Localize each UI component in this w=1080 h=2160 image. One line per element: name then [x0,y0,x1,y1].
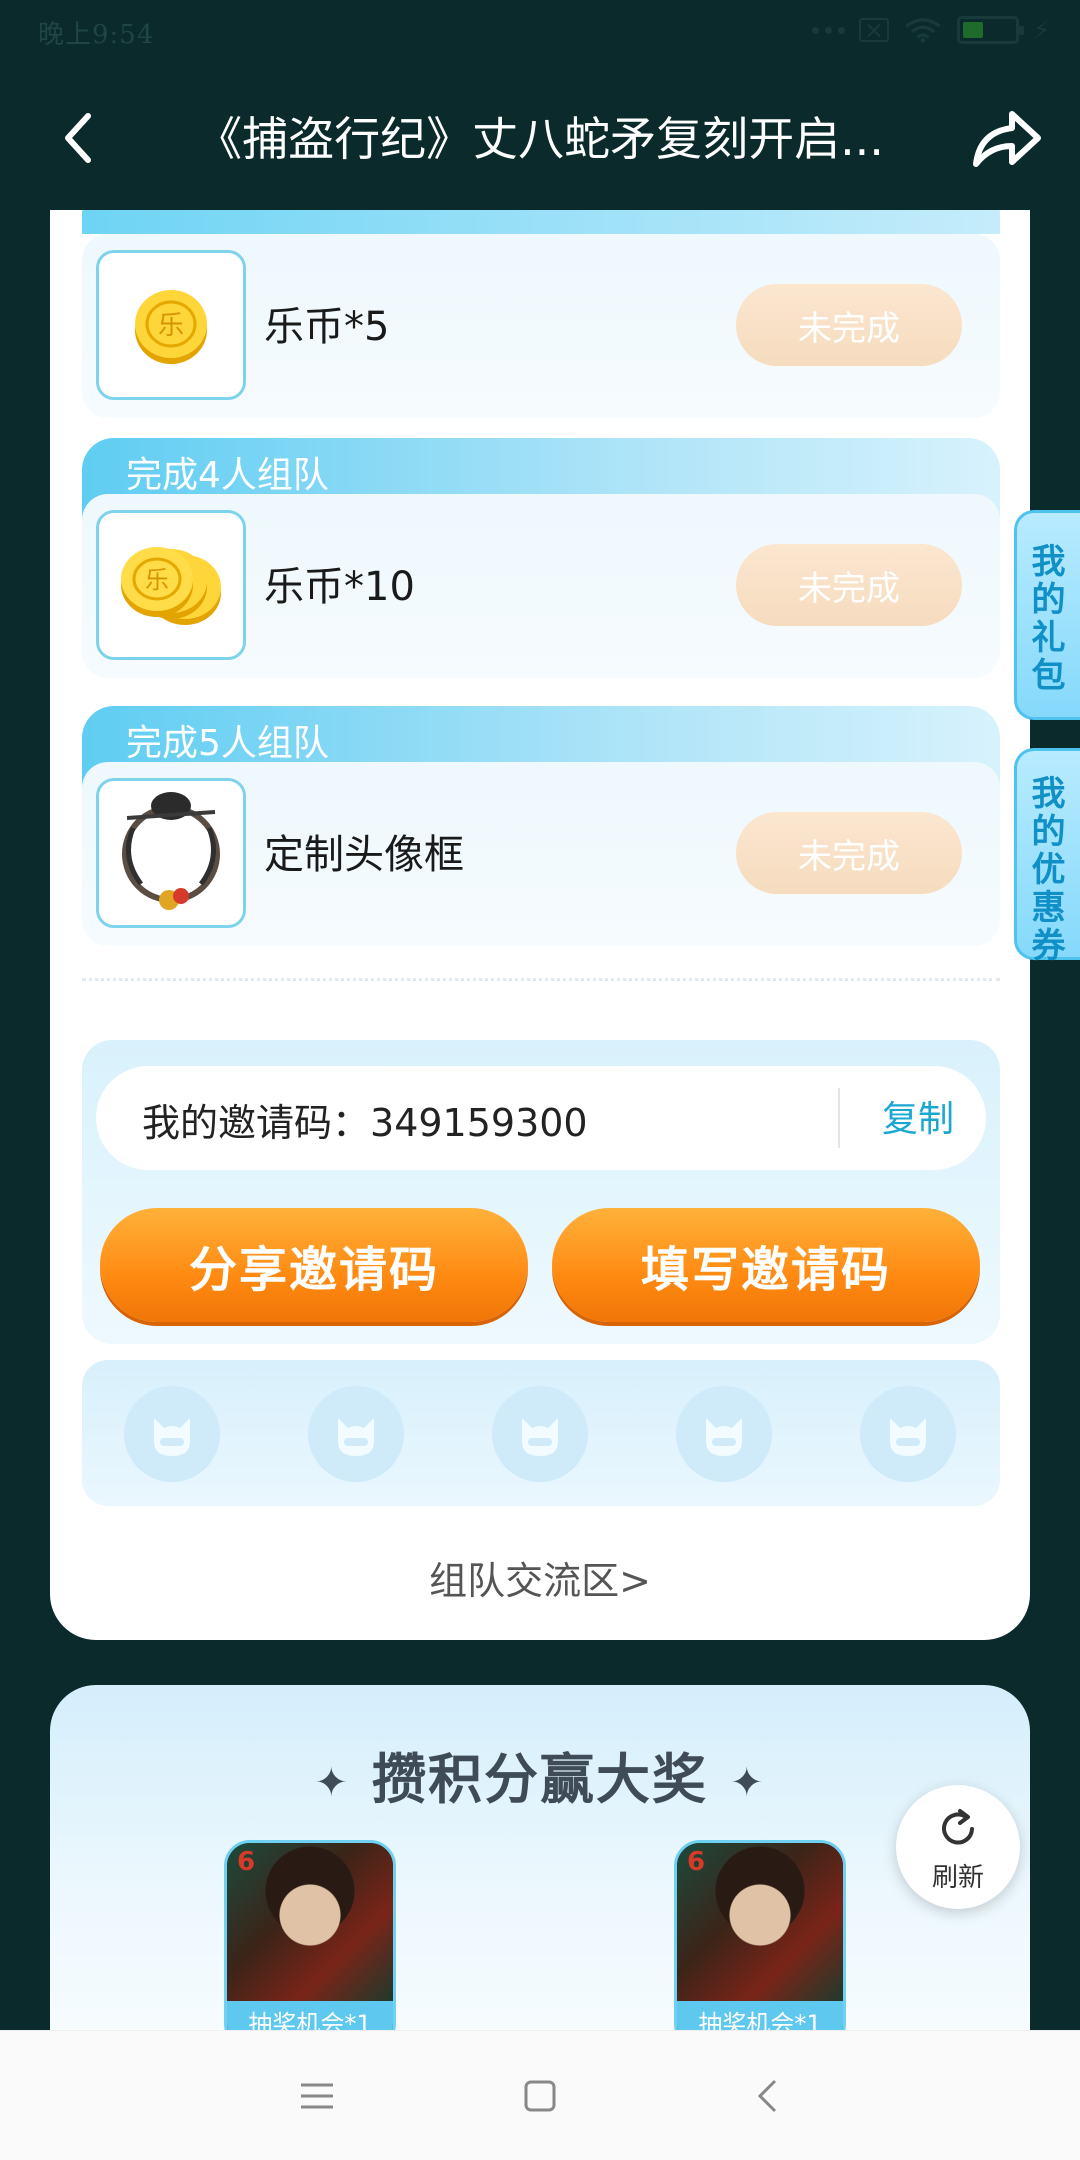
reward-name: 乐币*5 [264,304,390,350]
signal-dots-icon [812,26,846,34]
team-chat-link[interactable]: 组队交流区> [50,1550,1030,1605]
task-status-button[interactable]: 未完成 [736,544,962,626]
task-tab-label: 完成4人组队 [126,455,329,496]
coins-stack-icon: 乐 [121,547,221,625]
reward-name: 定制头像框 [264,832,464,878]
back-button[interactable] [48,108,108,168]
back-nav-button[interactable] [742,2071,792,2121]
status-icons: ⚡ [812,16,1050,44]
svg-text:乐: 乐 [145,566,169,594]
sparkle-icon: ✦ [314,1760,350,1807]
invite-code-value: 349159300 [370,1101,588,1145]
prize-item[interactable]: 6 抽奖机会*1 [674,1840,846,2050]
invite-label: 我的邀请码： [142,1101,371,1145]
reward-icon-box: 乐 [96,250,246,400]
status-bar: 晚上9:54 ⚡ [0,0,1080,66]
divider [82,978,1000,981]
refresh-icon [942,1809,974,1845]
section-title-text: 攒积分赢大奖 [372,1748,708,1811]
refresh-button[interactable]: 刷新 [896,1785,1020,1909]
task-item-team-4: 完成4人组队 乐 乐币*10 未完成 [82,438,1000,690]
avatar-frame-icon [122,792,220,910]
member-slot-placeholder-icon [860,1386,956,1482]
page-title: 《捕盗行纪》丈八蛇矛复刻开启... [196,112,884,166]
member-slot-placeholder-icon [676,1386,772,1482]
task-status-button[interactable]: 未完成 [736,812,962,894]
task-body: 定制头像框 未完成 [82,762,1000,946]
my-gift-tab[interactable]: 我的礼包 [1014,510,1080,720]
team-member-slots [82,1360,1000,1506]
menu-nav-button[interactable] [292,2071,342,2121]
refresh-label: 刷新 [931,1863,984,1893]
task-status-button[interactable]: 未完成 [736,284,962,366]
reward-icon-box: 乐 [96,510,246,660]
svg-text:乐: 乐 [158,311,184,341]
my-coupon-tab[interactable]: 我的优惠券 [1014,748,1080,965]
share-icon[interactable] [968,104,1044,174]
back-triangle-icon [757,2079,777,2113]
no-sim-icon [859,18,890,42]
sparkle-icon: ✦ [730,1760,766,1807]
reward-name: 乐币*10 [264,564,415,610]
app-header: 《捕盗行纪》丈八蛇矛复刻开启... [0,66,1080,210]
chevron-left-icon [65,113,91,163]
menu-icon [301,2083,333,2109]
member-slot-placeholder-icon [124,1386,220,1482]
charging-icon: ⚡ [1033,16,1050,44]
share-invite-code-button[interactable]: 分享邀请码 [100,1208,528,1322]
task-tab-label: 完成5人组队 [126,723,329,764]
system-nav-bar [0,2030,1080,2160]
task-item-team-5: 完成5人组队 定制头像框 未完成 [82,706,1000,958]
home-nav-button[interactable] [515,2071,565,2121]
separator [838,1088,840,1148]
member-slot-placeholder-icon [492,1386,588,1482]
battery-icon [957,16,1025,44]
member-slot-placeholder-icon [308,1386,404,1482]
copy-button[interactable]: 复制 [882,1090,954,1142]
fill-invite-code-button[interactable]: 填写邀请码 [552,1208,980,1322]
prize-item[interactable]: 6 抽奖机会*1 [224,1840,396,2050]
team-task-card: 乐 乐币*5 未完成 完成4人组队 乐 乐币*10 未完成 完成5人组队 定制头… [50,210,1030,1640]
task-item-coins-5: 乐 乐币*5 未完成 [82,210,1000,422]
task-body: 乐 乐币*5 未完成 [82,234,1000,418]
task-body: 乐 乐币*10 未完成 [82,494,1000,678]
reward-icon-box [96,778,246,928]
wifi-icon [905,18,941,43]
prize-badge: 6 [237,1847,256,1877]
home-square-icon [524,2080,556,2112]
invite-code-bar: 我的邀请码：349159300 复制 [96,1066,986,1170]
invite-code-text: 我的邀请码：349159300 [142,1092,588,1147]
invite-panel: 我的邀请码：349159300 复制 分享邀请码 填写邀请码 [82,1040,1000,1344]
status-time: 晚上9:54 [38,20,155,50]
coin-icon: 乐 [135,290,207,364]
section-title: ✦ 攒积分赢大奖 ✦ [50,1735,1030,1814]
prize-badge: 6 [687,1847,706,1877]
